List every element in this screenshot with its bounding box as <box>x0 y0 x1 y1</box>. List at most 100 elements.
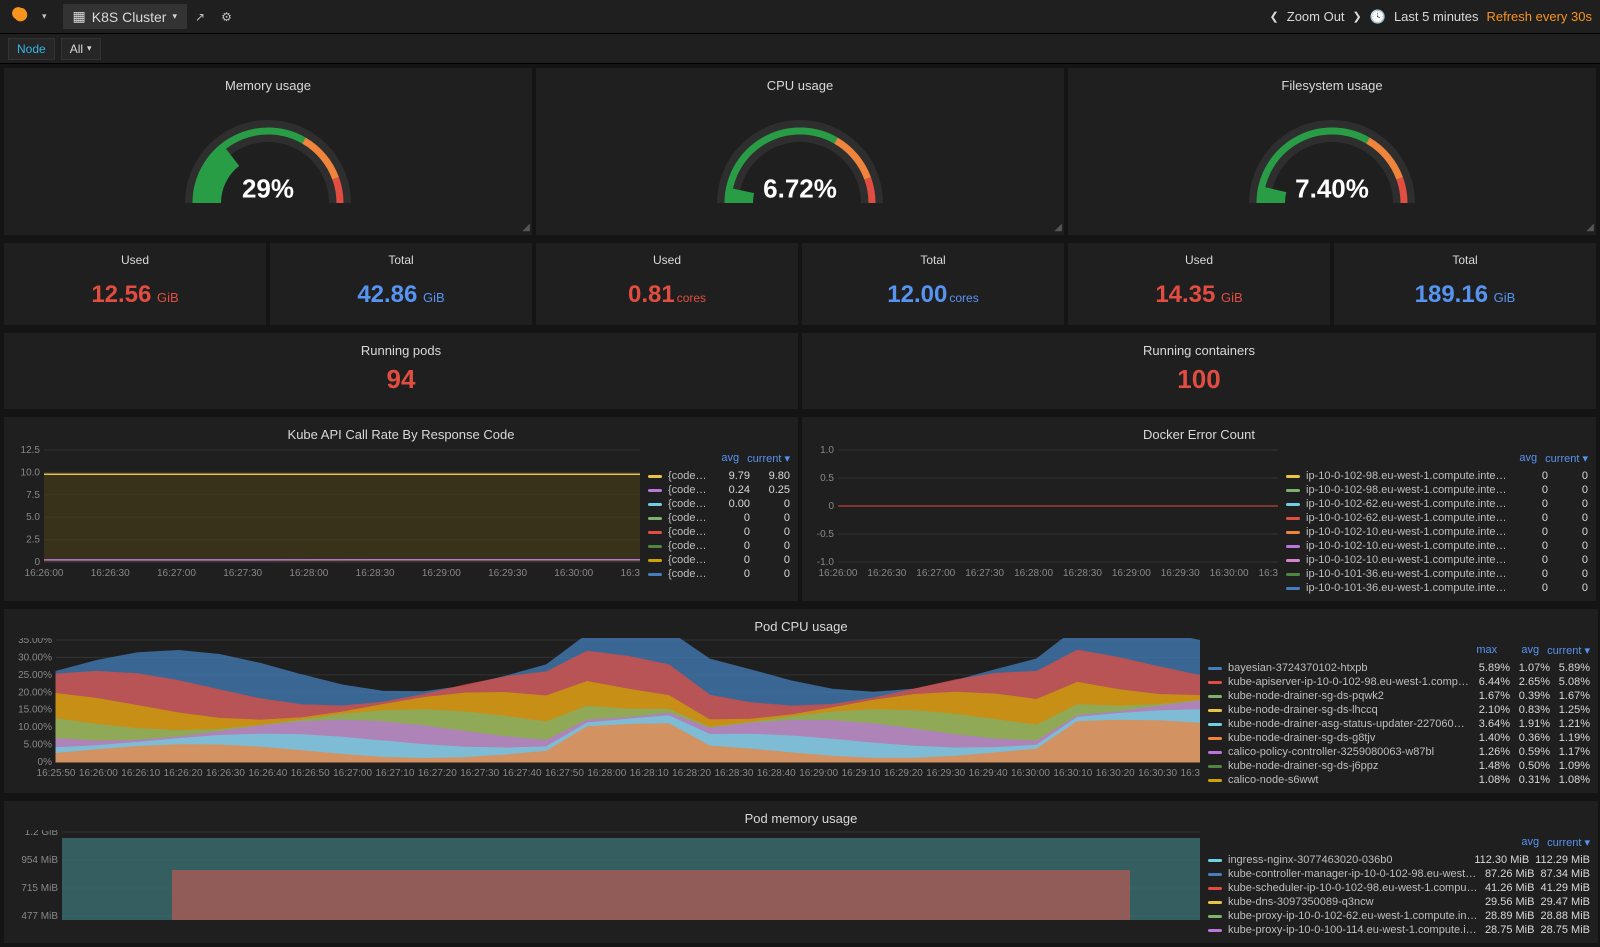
legend-color-icon <box>648 503 662 506</box>
dropdown-caret-icon[interactable]: ▾ <box>34 7 55 26</box>
svg-text:16:25:50: 16:25:50 <box>37 768 76 778</box>
legend-item[interactable]: kube-proxy-ip-10-0-100-114.eu-west-1.com… <box>1208 923 1590 937</box>
gauge-panel[interactable]: Memory usage 29% ◢ <box>4 68 532 235</box>
grafana-logo-icon[interactable] <box>8 4 34 30</box>
legend-item[interactable]: ip-10-0-102-62.eu-west-1.compute.interna… <box>1286 511 1588 525</box>
legend-item[interactable]: ip-10-0-102-10.eu-west-1.compute.interna… <box>1286 525 1588 539</box>
legend-item[interactable]: ip-10-0-101-36.eu-west-1.compute.interna… <box>1286 567 1588 581</box>
legend-item[interactable]: kube-node-drainer-sg-ds-j6ppz 1.48%0.50%… <box>1208 759 1590 773</box>
share-icon[interactable]: ↗ <box>187 6 213 28</box>
stat-panel[interactable]: Used 0.81cores <box>536 243 798 325</box>
legend-item[interactable]: kube-proxy-ip-10-0-102-62.eu-west-1.comp… <box>1208 909 1590 923</box>
svg-text:12.5: 12.5 <box>21 446 41 456</box>
legend-item[interactable]: kube-apiserver-ip-10-0-102-98.eu-west-1.… <box>1208 675 1590 689</box>
legend-label: ip-10-0-102-98.eu-west-1.compute.interna… <box>1306 470 1508 482</box>
resize-handle-icon[interactable]: ◢ <box>1054 222 1062 233</box>
legend-item[interactable]: {code="409"} 0.000 <box>648 497 790 511</box>
api-chart[interactable]: 12.510.07.55.02.5016:26:0016:26:3016:27:… <box>10 446 640 578</box>
legend-label: kube-node-drainer-sg-ds-lhccq <box>1228 704 1470 716</box>
svg-text:477 MiB: 477 MiB <box>21 911 58 920</box>
legend-color-icon <box>1208 737 1222 740</box>
legend-label: kube-node-drainer-sg-ds-g8tjv <box>1228 732 1470 744</box>
svg-text:16:30:10: 16:30:10 <box>1053 768 1092 778</box>
api-legend: avg current ▾ {code="200"} 9.799.80 {cod… <box>642 446 792 583</box>
legend-item[interactable]: kube-node-drainer-sg-ds-g8tjv 1.40%0.36%… <box>1208 731 1590 745</box>
stat-panel[interactable]: Total 12.00cores <box>802 243 1064 325</box>
time-back-icon[interactable]: ❮ <box>1270 10 1279 23</box>
time-forward-icon[interactable]: ❯ <box>1353 10 1362 23</box>
legend-item[interactable]: kube-controller-manager-ip-10-0-102-98.e… <box>1208 867 1590 881</box>
legend-item[interactable]: {code="400"} 00 <box>648 525 790 539</box>
legend-label: ip-10-0-102-10.eu-west-1.compute.interna… <box>1306 526 1508 538</box>
legend-item[interactable]: kube-node-drainer-sg-ds-lhccq 2.10%0.83%… <box>1208 703 1590 717</box>
legend-item[interactable]: calico-policy-controller-3259080063-w87b… <box>1208 745 1590 759</box>
bigcount-panel[interactable]: Running pods 94 <box>4 333 798 409</box>
resize-handle-icon[interactable]: ◢ <box>1586 222 1594 233</box>
zoom-out-button[interactable]: Zoom Out <box>1287 9 1345 24</box>
legend-color-icon <box>1286 573 1300 576</box>
stat-panel[interactable]: Used 14.35 GiB <box>1068 243 1330 325</box>
pod-cpu-panel[interactable]: Pod CPU usage 35.00%30.00%25.00%20.00%15… <box>4 609 1598 793</box>
legend-item[interactable]: ip-10-0-102-98.eu-west-1.compute.interna… <box>1286 469 1588 483</box>
legend-item[interactable]: ip-10-0-102-10.eu-west-1.compute.interna… <box>1286 553 1588 567</box>
legend-item[interactable]: kube-dns-3097350089-q3ncw 29.56 MiB29.47… <box>1208 895 1590 909</box>
podcpu-chart[interactable]: 35.00%30.00%25.00%20.00%15.00%10.00%5.00… <box>10 638 1200 778</box>
legend-item[interactable]: ip-10-0-102-98.eu-west-1.compute.interna… <box>1286 483 1588 497</box>
gauge-panel[interactable]: Filesystem usage 7.40% ◢ <box>1068 68 1596 235</box>
legend-color-icon <box>648 517 662 520</box>
template-variables-bar: Node All ▾ <box>0 34 1600 64</box>
legend-color-icon <box>1208 887 1222 890</box>
legend-item[interactable]: ip-10-0-101-36.eu-west-1.compute.interna… <box>1286 581 1588 595</box>
svg-text:16:26:20: 16:26:20 <box>164 768 203 778</box>
legend-item[interactable]: {code="0"} 00 <box>648 567 790 581</box>
stat-value: 42.86 <box>357 281 417 308</box>
legend-item[interactable]: kube-node-drainer-asg-status-updater-227… <box>1208 717 1590 731</box>
resize-handle-icon[interactable]: ◢ <box>522 222 530 233</box>
podmem-chart[interactable]: 1.2 GiB954 MiB715 MiB477 MiB <box>10 830 1200 920</box>
svg-text:5.00%: 5.00% <box>24 740 52 751</box>
legend-label: calico-node-s6wwt <box>1228 774 1470 786</box>
bigcount-panel[interactable]: Running containers 100 <box>802 333 1596 409</box>
legend-label: kube-apiserver-ip-10-0-102-98.eu-west-1.… <box>1228 676 1470 688</box>
legend-item[interactable]: {code="404"} 0.240.25 <box>648 483 790 497</box>
docker-error-panel[interactable]: Docker Error Count 1.00.50-0.5-1.016:26:… <box>802 417 1596 601</box>
dashboard-picker[interactable]: ▦ K8S Cluster ▾ <box>63 4 187 29</box>
gauge-panel[interactable]: CPU usage 6.72% ◢ <box>536 68 1064 235</box>
legend-color-icon <box>1208 709 1222 712</box>
podmem-legend: avg current ▾ ingress-nginx-3077463020-0… <box>1202 830 1592 939</box>
stat-unit: GiB <box>153 290 178 305</box>
pod-memory-panel[interactable]: Pod memory usage 1.2 GiB954 MiB715 MiB47… <box>4 801 1598 943</box>
legend-color-icon <box>1208 779 1222 782</box>
legend-item[interactable]: {code="403"} 00 <box>648 511 790 525</box>
docker-chart[interactable]: 1.00.50-0.5-1.016:26:0016:26:3016:27:001… <box>808 446 1278 578</box>
svg-text:16:27:00: 16:27:00 <box>916 568 955 578</box>
legend-item[interactable]: calico-node-s6wwt 1.08%0.31%1.08% <box>1208 773 1590 787</box>
legend-item[interactable]: {code="201"} 00 <box>648 553 790 567</box>
legend-color-icon <box>648 559 662 562</box>
legend-item[interactable]: ip-10-0-102-10.eu-west-1.compute.interna… <box>1286 539 1588 553</box>
legend-item[interactable]: bayesian-3724370102-htxpb 5.89%1.07%5.89… <box>1208 661 1590 675</box>
legend-item[interactable]: {code="202"} 00 <box>648 539 790 553</box>
refresh-interval[interactable]: Refresh every 30s <box>1487 9 1593 24</box>
legend-item[interactable]: ip-10-0-102-62.eu-west-1.compute.interna… <box>1286 497 1588 511</box>
bigcount-value: 100 <box>808 364 1590 395</box>
stat-panel[interactable]: Total 189.16 GiB <box>1334 243 1596 325</box>
stat-panel[interactable]: Total 42.86 GiB <box>270 243 532 325</box>
legend-item[interactable]: {code="200"} 9.799.80 <box>648 469 790 483</box>
time-range-picker[interactable]: Last 5 minutes <box>1394 9 1479 24</box>
svg-text:-1.0: -1.0 <box>817 557 835 568</box>
panel-title: Docker Error Count <box>808 421 1590 446</box>
legend-color-icon <box>1208 681 1222 684</box>
var-node-value[interactable]: All ▾ <box>61 38 101 60</box>
legend-item[interactable]: ingress-nginx-3077463020-036b0 112.30 Mi… <box>1208 853 1590 867</box>
svg-text:16:28:40: 16:28:40 <box>757 768 796 778</box>
kube-api-panel[interactable]: Kube API Call Rate By Response Code 12.5… <box>4 417 798 601</box>
legend-item[interactable]: kube-node-drainer-sg-ds-pqwk2 1.67%0.39%… <box>1208 689 1590 703</box>
stat-title: Total <box>276 247 526 277</box>
gauge-value: 6.72% <box>763 173 837 204</box>
stat-panel[interactable]: Used 12.56 GiB <box>4 243 266 325</box>
gear-icon[interactable]: ⚙ <box>213 6 240 28</box>
legend-label: kube-proxy-ip-10-0-100-114.eu-west-1.com… <box>1228 924 1479 936</box>
legend-item[interactable]: kube-scheduler-ip-10-0-102-98.eu-west-1.… <box>1208 881 1590 895</box>
legend-color-icon <box>1208 915 1222 918</box>
